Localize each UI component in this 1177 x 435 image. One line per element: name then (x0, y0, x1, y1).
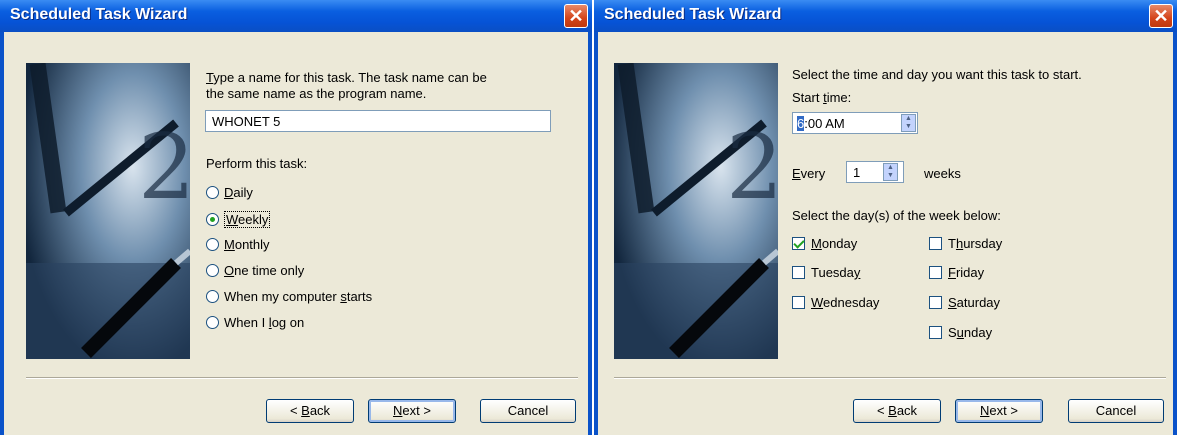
spin-up-icon[interactable]: ▲ (902, 115, 915, 123)
checkbox-box[interactable] (929, 296, 942, 309)
days-label: Select the day(s) of the week below: (792, 208, 1001, 223)
checkbox-label: Monday (811, 236, 858, 251)
checkbox-box[interactable] (792, 296, 805, 309)
next-button[interactable]: Next > (368, 399, 456, 423)
checkbox-box[interactable] (929, 326, 942, 339)
cancel-button[interactable]: Cancel (480, 399, 576, 423)
cancel-button[interactable]: Cancel (1068, 399, 1164, 423)
checkbox-saturday[interactable]: Saturday (929, 295, 1000, 310)
radio-label: Monthly (224, 237, 270, 252)
checkbox-box[interactable] (929, 266, 942, 279)
radio-label: One time only (224, 263, 305, 278)
task-name-prompt: Type a name for this task. The task name… (206, 70, 487, 85)
checkbox-friday[interactable]: Friday (929, 265, 984, 280)
spin-down-icon[interactable]: ▼ (884, 172, 897, 180)
schedule-prompt: Select the time and day you want this ta… (792, 67, 1082, 82)
title-bar[interactable]: Scheduled Task Wizard ✕ (594, 0, 1177, 32)
wizard-window-schedule-step: Scheduled Task Wizard ✕ 2 Select the tim… (594, 0, 1177, 435)
window-title: Scheduled Task Wizard (604, 6, 782, 23)
checkbox-thursday[interactable]: Thursday (929, 236, 1002, 251)
radio-label: Weekly (224, 211, 271, 228)
check-icon[interactable] (792, 237, 805, 250)
clock-pen-illustration: 2 (614, 63, 778, 359)
radio-label: When my computer starts (224, 289, 373, 304)
radio-circle[interactable] (206, 186, 219, 199)
wizard-window-name-step: Scheduled Task Wizard ✕ 2 Type a name fo… (0, 0, 592, 435)
separator (26, 377, 578, 379)
close-button[interactable]: ✕ (1149, 4, 1173, 28)
checkbox-label: Thursday (948, 236, 1003, 251)
checkbox-box[interactable] (792, 266, 805, 279)
svg-text:2: 2 (726, 115, 778, 220)
wizard-body: 2 Type a name for this task. The task na… (4, 32, 588, 435)
weeks-spinner[interactable]: ▲ ▼ (883, 163, 898, 181)
back-button[interactable]: < Back (853, 399, 941, 423)
spin-down-icon[interactable]: ▼ (902, 123, 915, 131)
radio-circle[interactable] (206, 316, 219, 329)
checkbox-sunday[interactable]: Sunday (929, 325, 992, 340)
spin-up-icon[interactable]: ▲ (884, 164, 897, 172)
radio-weekly[interactable]: Weekly (206, 211, 271, 228)
checkbox-label: Wednesday (811, 295, 880, 310)
time-rest: :00 AM (804, 116, 845, 131)
clock-pen-illustration: 2 (26, 63, 190, 359)
radio-label: When I log on (224, 315, 305, 330)
radio-circle-selected[interactable] (206, 213, 219, 226)
checkbox-tuesday[interactable]: Tuesday (792, 265, 860, 280)
next-button[interactable]: Next > (955, 399, 1043, 423)
wizard-body: 2 Select the time and day you want this … (598, 32, 1173, 435)
start-time-label: Start time: (792, 90, 852, 105)
every-label: Every (792, 166, 826, 181)
task-name-input[interactable]: WHONET 5 (205, 110, 551, 132)
checkbox-box[interactable] (929, 237, 942, 250)
start-time-input[interactable]: 6:00 AM (792, 112, 918, 134)
radio-one-time-only[interactable]: One time only (206, 263, 304, 278)
time-spinner[interactable]: ▲ ▼ (901, 114, 916, 132)
checkbox-monday[interactable]: Monday (792, 236, 857, 251)
checkbox-label: Friday (948, 265, 985, 280)
radio-circle[interactable] (206, 290, 219, 303)
radio-computer-starts[interactable]: When my computer starts (206, 289, 372, 304)
weeks-label: weeks (924, 166, 961, 181)
radio-log-on[interactable]: When I log on (206, 315, 304, 330)
checkbox-label: Tuesday (811, 265, 861, 280)
task-name-prompt-line2: the same name as the program name. (206, 86, 427, 101)
radio-label: Daily (224, 185, 253, 200)
window-title: Scheduled Task Wizard (10, 6, 188, 23)
checkbox-label: Saturday (948, 295, 1001, 310)
perform-task-label: Perform this task: (206, 156, 308, 171)
svg-text:2: 2 (138, 115, 190, 220)
radio-daily[interactable]: Daily (206, 185, 253, 200)
title-bar[interactable]: Scheduled Task Wizard ✕ (0, 0, 592, 32)
radio-circle[interactable] (206, 264, 219, 277)
checkbox-label: Sunday (948, 325, 993, 340)
radio-circle[interactable] (206, 238, 219, 251)
back-button[interactable]: < Back (266, 399, 354, 423)
close-button[interactable]: ✕ (564, 4, 588, 28)
radio-monthly[interactable]: Monthly (206, 237, 270, 252)
checkbox-wednesday[interactable]: Wednesday (792, 295, 879, 310)
separator (614, 377, 1166, 379)
